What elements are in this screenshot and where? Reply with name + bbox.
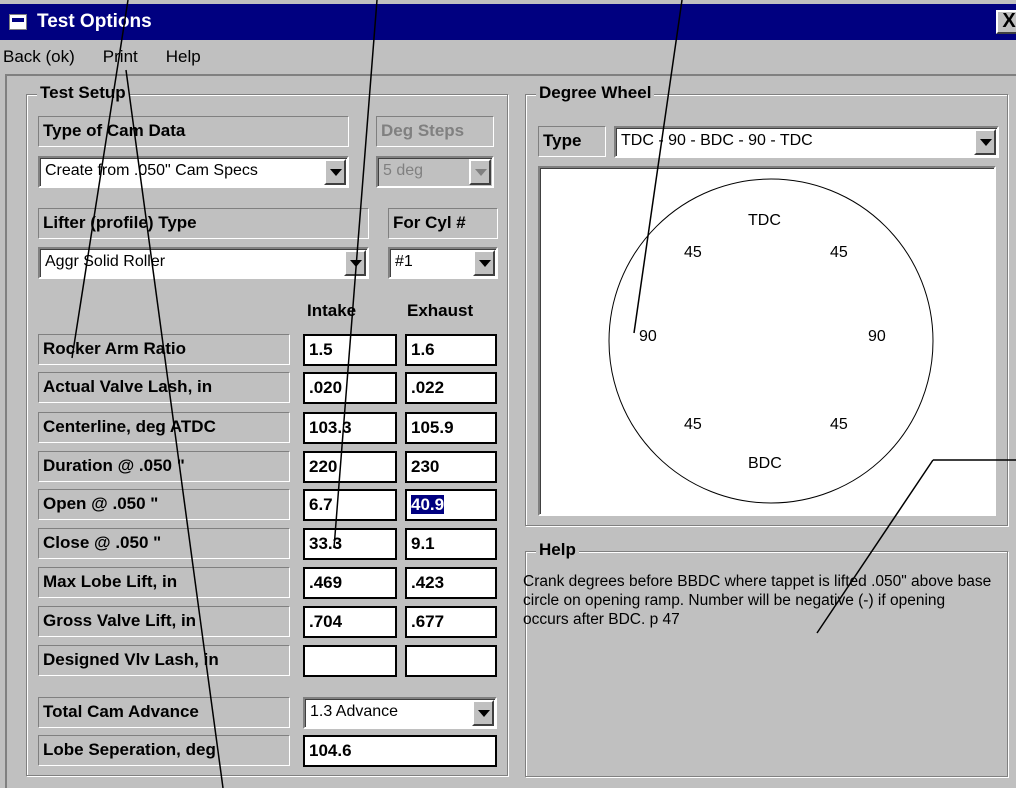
deg-steps-label: Deg Steps	[376, 116, 494, 147]
cyl-select[interactable]: #1	[388, 247, 498, 279]
wheel-type-select[interactable]: TDC - 90 - BDC - 90 - TDC	[614, 126, 999, 158]
close-button[interactable]: X	[996, 10, 1016, 34]
total-cam-advance-select[interactable]: 1.3 Advance	[303, 697, 497, 729]
menu-help[interactable]: Help	[166, 47, 201, 67]
intake-column-header: Intake	[307, 301, 357, 320]
duration-intake[interactable]: 220	[303, 451, 397, 483]
rocker-arm-ratio-label: Rocker Arm Ratio	[38, 334, 290, 365]
actual-valve-lash-exhaust[interactable]: .022	[405, 372, 497, 404]
open-intake[interactable]: 6.7	[303, 489, 397, 521]
close-label: Close @ .050 "	[38, 528, 290, 559]
lobe-separation-field[interactable]: 104.6	[303, 735, 497, 767]
total-cam-advance-value: 1.3 Advance	[310, 703, 399, 720]
max-lobe-lift-label: Max Lobe Lift, in	[38, 567, 290, 598]
chevron-down-icon[interactable]	[344, 250, 366, 276]
deg-steps-value: 5 deg	[383, 162, 424, 179]
open-label: Open @ .050 "	[38, 489, 290, 520]
help-legend: Help	[536, 540, 579, 560]
wheel-label-45-lower-left: 45	[684, 416, 702, 433]
actual-valve-lash-intake[interactable]: .020	[303, 372, 397, 404]
chevron-down-icon[interactable]	[324, 159, 346, 185]
cyl-value: #1	[395, 253, 413, 270]
degree-wheel-legend: Degree Wheel	[536, 83, 655, 103]
wheel-label-45-lower-right: 45	[830, 416, 848, 433]
deg-steps-select: 5 deg	[376, 156, 494, 188]
cyl-label: For Cyl #	[388, 208, 498, 239]
help-text: Crank degrees before BBDC where tappet i…	[523, 573, 992, 628]
max-lobe-lift-intake[interactable]: .469	[303, 567, 397, 599]
duration-label: Duration @ .050 "	[38, 451, 290, 482]
cam-data-label: Type of Cam Data	[38, 116, 349, 147]
app-icon	[9, 14, 27, 30]
chevron-down-icon[interactable]	[472, 700, 494, 726]
lifter-type-value: Aggr Solid Roller	[45, 253, 166, 270]
gross-valve-lift-label: Gross Valve Lift, in	[38, 606, 290, 637]
wheel-label-45-upper-left: 45	[684, 244, 702, 261]
cam-data-value: Create from .050" Cam Specs	[45, 162, 258, 179]
designed-vlv-lash-exhaust[interactable]	[405, 645, 497, 677]
title-bar: Test Options X	[0, 4, 1016, 40]
rocker-arm-ratio-intake[interactable]: 1.5	[303, 334, 397, 366]
close-intake[interactable]: 33.3	[303, 528, 397, 560]
wheel-label-45-upper-right: 45	[830, 244, 848, 261]
degree-wheel-canvas: TDC 45 45 90 90 45 45 BDC	[538, 166, 996, 516]
wheel-label-tdc: TDC	[748, 212, 781, 229]
chevron-down-icon[interactable]	[473, 250, 495, 276]
wheel-label-90-right: 90	[868, 328, 886, 345]
duration-exhaust[interactable]: 230	[405, 451, 497, 483]
test-options-window: Test Options X Back (ok) Print Help Test…	[0, 0, 1016, 788]
close-exhaust[interactable]: 9.1	[405, 528, 497, 560]
gross-valve-lift-intake[interactable]: .704	[303, 606, 397, 638]
lobe-separation-label: Lobe Seperation, deg	[38, 735, 290, 766]
designed-vlv-lash-intake[interactable]	[303, 645, 397, 677]
designed-vlv-lash-label: Designed Vlv Lash, in	[38, 645, 290, 676]
chevron-down-icon	[469, 159, 491, 185]
centerline-intake[interactable]: 103.3	[303, 412, 397, 444]
chevron-down-icon[interactable]	[974, 129, 996, 155]
rocker-arm-ratio-exhaust[interactable]: 1.6	[405, 334, 497, 366]
actual-valve-lash-label: Actual Valve Lash, in	[38, 372, 290, 403]
window-title: Test Options	[37, 11, 152, 32]
wheel-label-bdc: BDC	[748, 455, 782, 472]
centerline-label: Centerline, deg ATDC	[38, 412, 290, 443]
cam-data-select[interactable]: Create from .050" Cam Specs	[38, 156, 349, 188]
menu-back[interactable]: Back (ok)	[3, 47, 75, 67]
exhaust-column-header: Exhaust	[407, 301, 474, 320]
open-exhaust[interactable]: 40.9	[405, 489, 497, 521]
lifter-type-select[interactable]: Aggr Solid Roller	[38, 247, 369, 279]
wheel-label-90-left: 90	[639, 328, 657, 345]
menu-bar: Back (ok) Print Help	[0, 40, 1016, 74]
test-setup-legend: Test Setup	[37, 83, 129, 103]
centerline-exhaust[interactable]: 105.9	[405, 412, 497, 444]
open-exhaust-selected-text: 40.9	[411, 495, 445, 514]
max-lobe-lift-exhaust[interactable]: .423	[405, 567, 497, 599]
gross-valve-lift-exhaust[interactable]: .677	[405, 606, 497, 638]
menu-print[interactable]: Print	[103, 47, 138, 67]
wheel-type-value: TDC - 90 - BDC - 90 - TDC	[621, 132, 813, 149]
total-cam-advance-label: Total Cam Advance	[38, 697, 290, 728]
lifter-type-label: Lifter (profile) Type	[38, 208, 369, 239]
wheel-type-label: Type	[538, 126, 606, 157]
